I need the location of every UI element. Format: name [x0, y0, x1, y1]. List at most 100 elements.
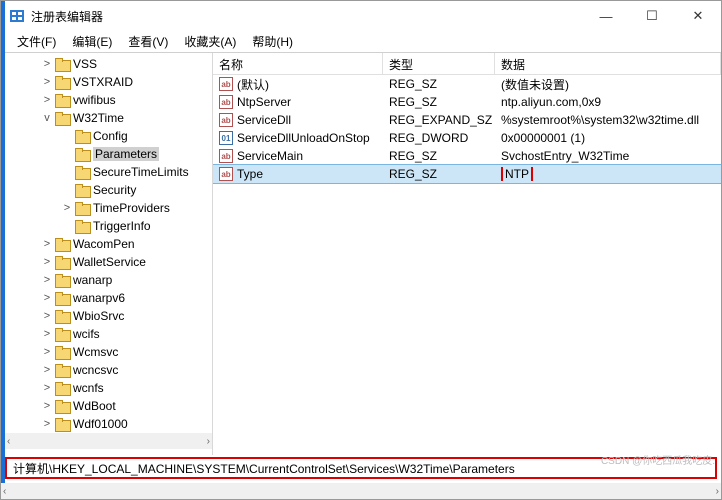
string-value-icon: ab: [219, 113, 233, 127]
folder-icon: [55, 328, 69, 340]
titlebar: 注册表编辑器 — ☐ ✕: [1, 1, 721, 31]
tree-twisty-icon[interactable]: v: [41, 112, 53, 124]
row-name: ServiceDll: [237, 113, 291, 127]
row-name: ServiceDllUnloadOnStop: [237, 131, 370, 145]
row-data: (数值未设置): [495, 76, 721, 93]
column-data[interactable]: 数据: [495, 53, 721, 74]
tree-item-label: WbioSrvc: [73, 309, 124, 323]
tree-scroll-horizontal[interactable]: ‹›: [5, 433, 212, 449]
row-data: NTP: [495, 167, 721, 181]
rows-host: ab(默认)REG_SZ(数值未设置)abNtpServerREG_SZntp.…: [213, 75, 721, 183]
menu-favorites[interactable]: 收藏夹(A): [178, 31, 242, 52]
tree-twisty-icon[interactable]: >: [41, 256, 53, 268]
tree-item-label: wanarpv6: [73, 291, 125, 305]
tree-item[interactable]: >VSTXRAID: [41, 73, 212, 91]
tree-item[interactable]: >wcifs: [41, 325, 212, 343]
row-type: REG_EXPAND_SZ: [383, 113, 495, 127]
tree-item[interactable]: v W32Time: [41, 109, 212, 127]
folder-icon: [75, 184, 89, 196]
tree-item[interactable]: >Wdf01000: [41, 415, 212, 433]
row-type: REG_SZ: [383, 167, 495, 181]
folder-icon: [55, 382, 69, 394]
app-icon: [9, 8, 25, 24]
table-row[interactable]: 01ServiceDllUnloadOnStopREG_DWORD0x00000…: [213, 129, 721, 147]
tree-twisty-icon[interactable]: >: [41, 94, 53, 106]
status-path-text: 计算机\HKEY_LOCAL_MACHINE\SYSTEM\CurrentCon…: [13, 460, 515, 477]
folder-icon: [55, 238, 69, 250]
folder-icon: [55, 400, 69, 412]
tree-item[interactable]: >TimeProviders: [61, 199, 212, 217]
tree-item[interactable]: > WbioSrvc: [41, 307, 212, 325]
tree-item[interactable]: Security: [61, 181, 212, 199]
tree-twisty-icon[interactable]: >: [41, 382, 53, 394]
row-name: NtpServer: [237, 95, 291, 109]
menu-help[interactable]: 帮助(H): [246, 31, 299, 52]
tree-twisty-icon[interactable]: >: [41, 346, 53, 358]
tree-item[interactable]: >Wcmsvc: [41, 343, 212, 361]
table-row[interactable]: abTypeREG_SZNTP: [213, 165, 721, 183]
tree-item-label: vwifibus: [73, 93, 116, 107]
folder-icon: [55, 112, 69, 124]
menu-file[interactable]: 文件(F): [11, 31, 62, 52]
folder-icon: [55, 274, 69, 286]
folder-icon: [75, 130, 89, 142]
folder-icon: [55, 310, 69, 322]
tree-item-label: WacomPen: [73, 237, 135, 251]
tree-item-label: VSS: [73, 57, 97, 71]
tree-item[interactable]: >WdBoot: [41, 397, 212, 415]
folder-icon: [75, 202, 89, 214]
row-type: REG_DWORD: [383, 131, 495, 145]
tree-item-label: W32Time: [73, 111, 124, 125]
tree-twisty-icon[interactable]: >: [41, 292, 53, 304]
tree-item-label: SecureTimeLimits: [93, 165, 189, 179]
tree-twisty-icon[interactable]: >: [41, 328, 53, 340]
table-row[interactable]: ab(默认)REG_SZ(数值未设置): [213, 75, 721, 93]
tree-twisty-icon[interactable]: >: [61, 202, 73, 214]
folder-icon: [75, 166, 89, 178]
tree-item[interactable]: > wanarpv6: [41, 289, 212, 307]
tree-item[interactable]: >WalletService: [41, 253, 212, 271]
row-name: (默认): [237, 76, 269, 93]
tree-twisty-icon[interactable]: >: [41, 418, 53, 430]
folder-icon: [55, 364, 69, 376]
table-row[interactable]: abNtpServerREG_SZntp.aliyun.com,0x9: [213, 93, 721, 111]
close-button[interactable]: ✕: [675, 1, 721, 31]
row-type: REG_SZ: [383, 95, 495, 109]
row-name: ServiceMain: [237, 149, 303, 163]
tree-item[interactable]: > WacomPen: [41, 235, 212, 253]
tree-item-label: wcnfs: [73, 381, 104, 395]
table-row[interactable]: abServiceDllREG_EXPAND_SZ%systemroot%\sy…: [213, 111, 721, 129]
tree-item-label: TriggerInfo: [93, 219, 151, 233]
tree-twisty-icon[interactable]: >: [41, 238, 53, 250]
tree-item[interactable]: SecureTimeLimits: [61, 163, 212, 181]
tree-twisty-icon[interactable]: >: [41, 310, 53, 322]
tree-item[interactable]: Config: [61, 127, 212, 145]
minimize-button[interactable]: —: [583, 1, 629, 31]
tree-twisty-icon[interactable]: >: [41, 58, 53, 70]
menubar: 文件(F) 编辑(E) 查看(V) 收藏夹(A) 帮助(H): [1, 31, 721, 53]
tree-item[interactable]: >wanarp: [41, 271, 212, 289]
tree-item[interactable]: >wcncsvc: [41, 361, 212, 379]
tree-item-label: Parameters: [93, 147, 159, 161]
tree-twisty-icon[interactable]: >: [41, 76, 53, 88]
column-name[interactable]: 名称: [213, 53, 383, 74]
tree-item[interactable]: > VSS: [41, 55, 212, 73]
tree-twisty-icon[interactable]: >: [41, 364, 53, 376]
folder-icon: [55, 292, 69, 304]
tree-item[interactable]: Parameters: [61, 145, 212, 163]
table-row[interactable]: abServiceMainREG_SZSvchostEntry_W32Time: [213, 147, 721, 165]
tree-pane[interactable]: >VSS>VSTXRAID>vwifibusvW32TimeConfigPara…: [1, 53, 213, 455]
menu-edit[interactable]: 编辑(E): [66, 31, 118, 52]
row-type: REG_SZ: [383, 149, 495, 163]
tree-item[interactable]: TriggerInfo: [61, 217, 212, 235]
tree-item[interactable]: > vwifibus: [41, 91, 212, 109]
row-data: SvchostEntry_W32Time: [495, 149, 721, 163]
row-data: ntp.aliyun.com,0x9: [495, 95, 721, 109]
menu-view[interactable]: 查看(V): [122, 31, 174, 52]
tree-twisty-icon[interactable]: >: [41, 274, 53, 286]
column-type[interactable]: 类型: [383, 53, 495, 74]
highlighted-value: NTP: [501, 167, 533, 181]
tree-twisty-icon[interactable]: >: [41, 400, 53, 412]
tree-item[interactable]: > wcnfs: [41, 379, 212, 397]
maximize-button[interactable]: ☐: [629, 1, 675, 31]
